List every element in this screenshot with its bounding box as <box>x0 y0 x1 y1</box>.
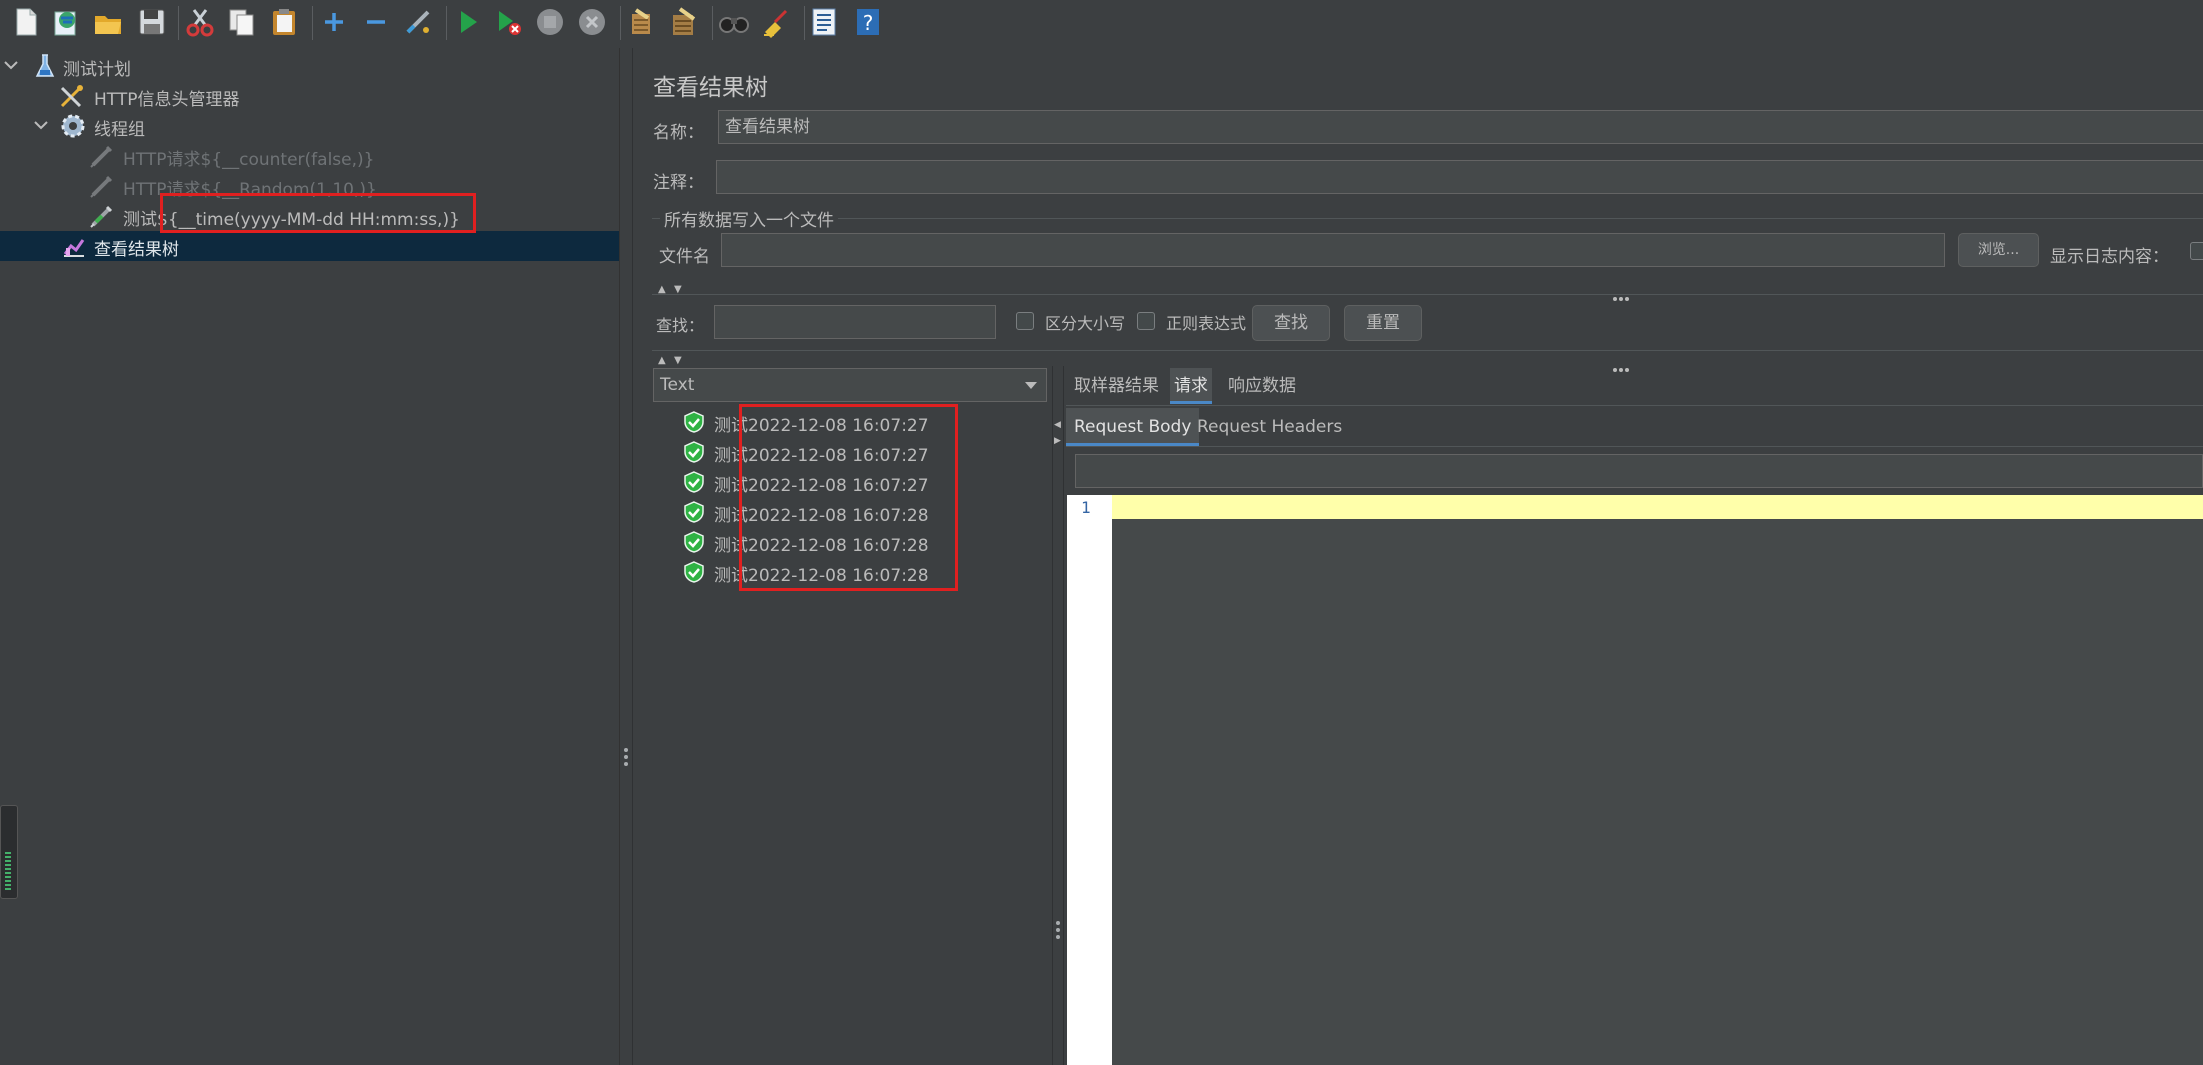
listener-icon <box>63 239 85 257</box>
splitter-middle[interactable]: ▲ ▼ <box>658 353 2203 372</box>
success-shield-icon <box>684 441 704 463</box>
tree-item-http-counter[interactable]: HTTP请求${__counter(false,)} <box>0 141 619 171</box>
sampler-icon <box>90 205 113 228</box>
case-sensitive-label: 区分大小写 <box>1045 314 1126 333</box>
function-helper-icon[interactable] <box>808 6 840 38</box>
new-icon[interactable] <box>10 6 42 38</box>
chevron-down-icon <box>1025 382 1037 389</box>
stop-icon[interactable] <box>534 6 566 38</box>
editor-search-field[interactable] <box>1075 454 2203 488</box>
find-button[interactable]: 查找 <box>1252 305 1330 341</box>
file-group-label: 所有数据写入一个文件 <box>660 206 838 231</box>
success-shield-icon <box>684 411 704 433</box>
name-field[interactable]: 查看结果树 <box>718 110 2203 144</box>
test-plan-icon <box>35 54 55 77</box>
success-shield-icon <box>684 501 704 523</box>
results-list: 测试2022-12-08 16:07:27 测试2022-12-08 16:07… <box>634 404 1052 1064</box>
thread-group-icon <box>61 114 85 138</box>
log-content-label: 显示日志内容： <box>2050 247 2169 267</box>
test-plan-tree: 测试计划 HTTP信息头管理器 线程组 HTTP请求${__counter(fa… <box>0 48 619 1065</box>
filename-label: 文件名 <box>659 247 710 267</box>
clear-icon[interactable] <box>626 6 658 38</box>
results-splitter[interactable]: ◀ ▶ <box>1052 366 1064 1065</box>
search-input[interactable] <box>714 305 996 339</box>
main-toolbar: ? <box>0 0 2203 46</box>
annotation-highlight-box <box>739 404 958 591</box>
tree-item-header-manager[interactable]: HTTP信息头管理器 <box>0 81 619 111</box>
help-icon[interactable]: ? <box>852 6 884 38</box>
start-no-pauses-icon[interactable] <box>492 6 524 38</box>
reset-search-icon[interactable] <box>760 6 792 38</box>
header-manager-icon <box>60 85 83 108</box>
comment-label: 注释： <box>653 173 704 193</box>
paste-icon[interactable] <box>268 6 300 38</box>
view-results-tree-panel: 查看结果树 名称： 查看结果树 注释： 所有数据写入一个文件 文件名 浏览...… <box>634 48 2203 1065</box>
tab-sampler-result[interactable]: 取样器结果 <box>1070 368 1163 404</box>
tree-item-label: 线程组 <box>94 120 145 140</box>
success-shield-icon <box>684 471 704 493</box>
case-sensitive-checkbox[interactable] <box>1016 312 1034 330</box>
save-icon[interactable] <box>136 6 168 38</box>
main-splitter[interactable] <box>619 48 633 1065</box>
editor-gutter: 1 <box>1067 495 1112 1065</box>
success-shield-icon <box>684 531 704 553</box>
tree-item-label: 测试计划 <box>63 60 131 80</box>
comment-field[interactable] <box>716 160 2203 194</box>
clear-all-icon[interactable] <box>668 6 700 38</box>
chevron-down-icon[interactable] <box>2 56 20 74</box>
annotation-highlight-box <box>160 193 476 233</box>
tree-item-label: HTTP信息头管理器 <box>94 90 240 110</box>
renderer-selected-value: Text <box>660 375 695 395</box>
sampler-icon <box>90 175 113 198</box>
log-content-checkbox[interactable] <box>2190 242 2203 260</box>
memory-gauge <box>0 805 18 899</box>
regex-checkbox[interactable] <box>1137 312 1155 330</box>
expand-icon[interactable] <box>318 6 350 38</box>
reset-button[interactable]: 重置 <box>1344 305 1422 341</box>
toggle-icon[interactable] <box>402 6 434 38</box>
cut-icon[interactable] <box>184 6 216 38</box>
success-shield-icon <box>684 561 704 583</box>
regex-label: 正则表达式 <box>1166 314 1247 333</box>
tree-item-test-plan[interactable]: 测试计划 <box>0 51 619 81</box>
search-label: 查找： <box>656 316 705 335</box>
tree-item-view-results-tree[interactable]: 查看结果树 <box>0 231 619 261</box>
chevron-down-icon[interactable] <box>32 116 50 134</box>
line-number: 1 <box>1081 498 1091 517</box>
tab-response-data[interactable]: 响应数据 <box>1224 368 1300 404</box>
sampler-icon <box>90 145 113 168</box>
subtab-request-body[interactable]: Request Body <box>1066 408 1200 446</box>
request-body-editor[interactable] <box>1112 495 2203 1065</box>
name-label: 名称： <box>653 123 704 143</box>
subtab-request-headers[interactable]: Request Headers <box>1189 408 1350 446</box>
filename-field[interactable] <box>721 233 1945 267</box>
current-line-highlight <box>1112 495 2203 519</box>
copy-icon[interactable] <box>226 6 258 38</box>
tree-item-thread-group[interactable]: 线程组 <box>0 111 619 141</box>
tab-request[interactable]: 请求 <box>1170 368 1212 404</box>
shutdown-icon[interactable] <box>576 6 608 38</box>
open-icon[interactable] <box>92 6 124 38</box>
collapse-icon[interactable] <box>360 6 392 38</box>
templates-icon[interactable] <box>50 6 82 38</box>
page-title: 查看结果树 <box>653 75 768 101</box>
svg-text:?: ? <box>863 11 874 35</box>
search-icon[interactable] <box>718 6 750 38</box>
start-icon[interactable] <box>452 6 484 38</box>
browse-button[interactable]: 浏览... <box>1958 233 2039 267</box>
renderer-select[interactable]: Text <box>653 368 1047 402</box>
tree-item-label: 查看结果树 <box>94 240 179 260</box>
splitter-top[interactable]: ▲ ▼ <box>658 282 2203 301</box>
tree-item-label: HTTP请求${__counter(false,)} <box>123 150 375 170</box>
